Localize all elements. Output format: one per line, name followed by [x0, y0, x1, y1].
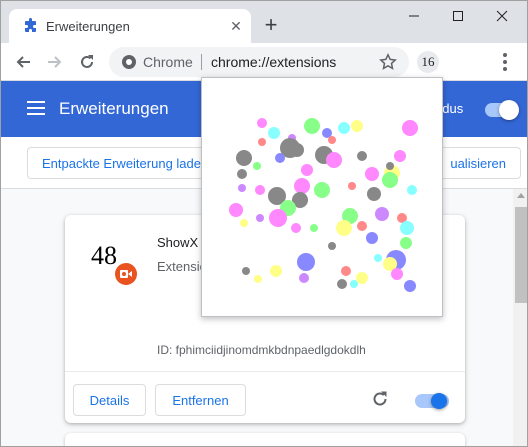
extension-icon: 48: [91, 241, 139, 289]
popup-dot: [365, 167, 379, 181]
maximize-icon[interactable]: [437, 1, 479, 31]
popup-dot: [254, 275, 262, 283]
reload-icon[interactable]: [75, 50, 99, 74]
popup-dot: [238, 184, 246, 192]
card-footer: Details Entfernen: [65, 371, 465, 423]
menu-dots-icon[interactable]: [493, 50, 517, 74]
tab-strip: Erweiterungen ✕ +: [1, 1, 527, 43]
popup-dot: [366, 232, 378, 244]
popup-dot: [341, 266, 351, 276]
popup-dot: [338, 122, 350, 134]
popup-dot: [229, 203, 243, 217]
extension-popup: [201, 77, 443, 317]
extension-card-next: [65, 433, 465, 446]
popup-dot: [304, 118, 320, 134]
popup-dot: [269, 209, 287, 227]
popup-dot: [299, 273, 309, 283]
tab-title: Erweiterungen: [46, 19, 130, 34]
popup-dot: [386, 162, 394, 170]
extension-icon-number: 48: [91, 241, 117, 270]
popup-dot: [297, 253, 315, 271]
omnibox-divider: [201, 54, 202, 70]
popup-dot: [350, 280, 358, 288]
popup-dot: [382, 172, 398, 188]
popup-dot: [258, 138, 266, 146]
record-icon: [115, 263, 137, 285]
minimize-icon[interactable]: [393, 1, 435, 31]
chrome-icon: [122, 55, 136, 69]
details-button[interactable]: Details: [73, 384, 146, 416]
extension-name: ShowX: [157, 235, 199, 250]
popup-dot: [351, 120, 363, 132]
toolbar: Chrome chrome://extensions 16: [1, 43, 527, 81]
popup-dot: [348, 182, 356, 190]
scroll-thumb[interactable]: [515, 207, 527, 303]
popup-dot: [337, 279, 347, 289]
popup-dot: [400, 221, 414, 235]
popup-dot: [357, 151, 367, 161]
new-tab-button[interactable]: +: [259, 13, 283, 37]
popup-dot: [374, 254, 382, 262]
load-unpacked-button[interactable]: Entpackte Erweiterung lade: [27, 147, 227, 179]
popup-dot: [404, 280, 416, 292]
popup-dot: [357, 221, 367, 231]
popup-dot: [356, 272, 368, 284]
page-title: Erweiterungen: [59, 99, 169, 118]
popup-dot: [236, 150, 252, 166]
devmode-toggle[interactable]: [485, 100, 519, 120]
omnibox-url[interactable]: chrome://extensions: [211, 54, 336, 70]
address-bar[interactable]: Chrome chrome://extensions: [109, 47, 409, 77]
hamburger-icon[interactable]: [27, 101, 45, 115]
popup-dot: [400, 237, 412, 249]
extension-description: Extensio: [157, 259, 207, 274]
popup-dot: [301, 164, 313, 176]
popup-dot: [336, 220, 352, 236]
popup-dot: [256, 214, 264, 222]
extension-action-button[interactable]: 16: [417, 51, 439, 73]
popup-dot: [391, 268, 403, 280]
popup-dot: [310, 224, 318, 232]
scroll-up-icon[interactable]: [517, 193, 525, 198]
close-icon[interactable]: ✕: [227, 17, 245, 35]
random-dots-canvas: [229, 118, 418, 292]
popup-dot: [270, 265, 282, 277]
puzzle-icon: [25, 18, 36, 32]
popup-dot: [328, 136, 336, 144]
remove-button[interactable]: Entfernen: [155, 384, 246, 416]
popup-dot: [407, 185, 417, 195]
omnibox-chip: Chrome: [143, 54, 193, 70]
popup-dot: [257, 118, 267, 128]
popup-dot: [268, 127, 280, 139]
back-arrow-icon[interactable]: [11, 50, 35, 74]
popup-dot: [402, 120, 418, 136]
reload-extension-icon[interactable]: [371, 390, 389, 408]
extension-id: ID: fphimciidjinomdmkbdnpaedlgdokdlh: [157, 343, 366, 357]
bookmark-star-icon[interactable]: [379, 53, 397, 71]
scrollbar[interactable]: [513, 189, 527, 446]
popup-dot: [240, 219, 248, 227]
popup-dot: [375, 207, 389, 221]
popup-dot: [314, 182, 330, 198]
popup-dot: [275, 153, 285, 163]
extension-enable-toggle[interactable]: [415, 393, 449, 409]
browser-window: Erweiterungen ✕ + Chrome chrome://extens…: [0, 0, 528, 447]
popup-dot: [394, 150, 406, 162]
popup-dot: [367, 187, 381, 201]
forward-arrow-icon[interactable]: [43, 50, 67, 74]
popup-dot: [255, 185, 265, 195]
popup-dot: [253, 162, 261, 170]
popup-dot: [237, 169, 247, 179]
popup-dot: [294, 178, 310, 194]
popup-dot: [291, 223, 301, 233]
popup-dot: [242, 267, 250, 275]
popup-dot: [326, 152, 342, 168]
window-close-icon[interactable]: [481, 1, 523, 31]
tab-extensions[interactable]: Erweiterungen ✕: [9, 9, 251, 43]
popup-dot: [328, 242, 336, 250]
